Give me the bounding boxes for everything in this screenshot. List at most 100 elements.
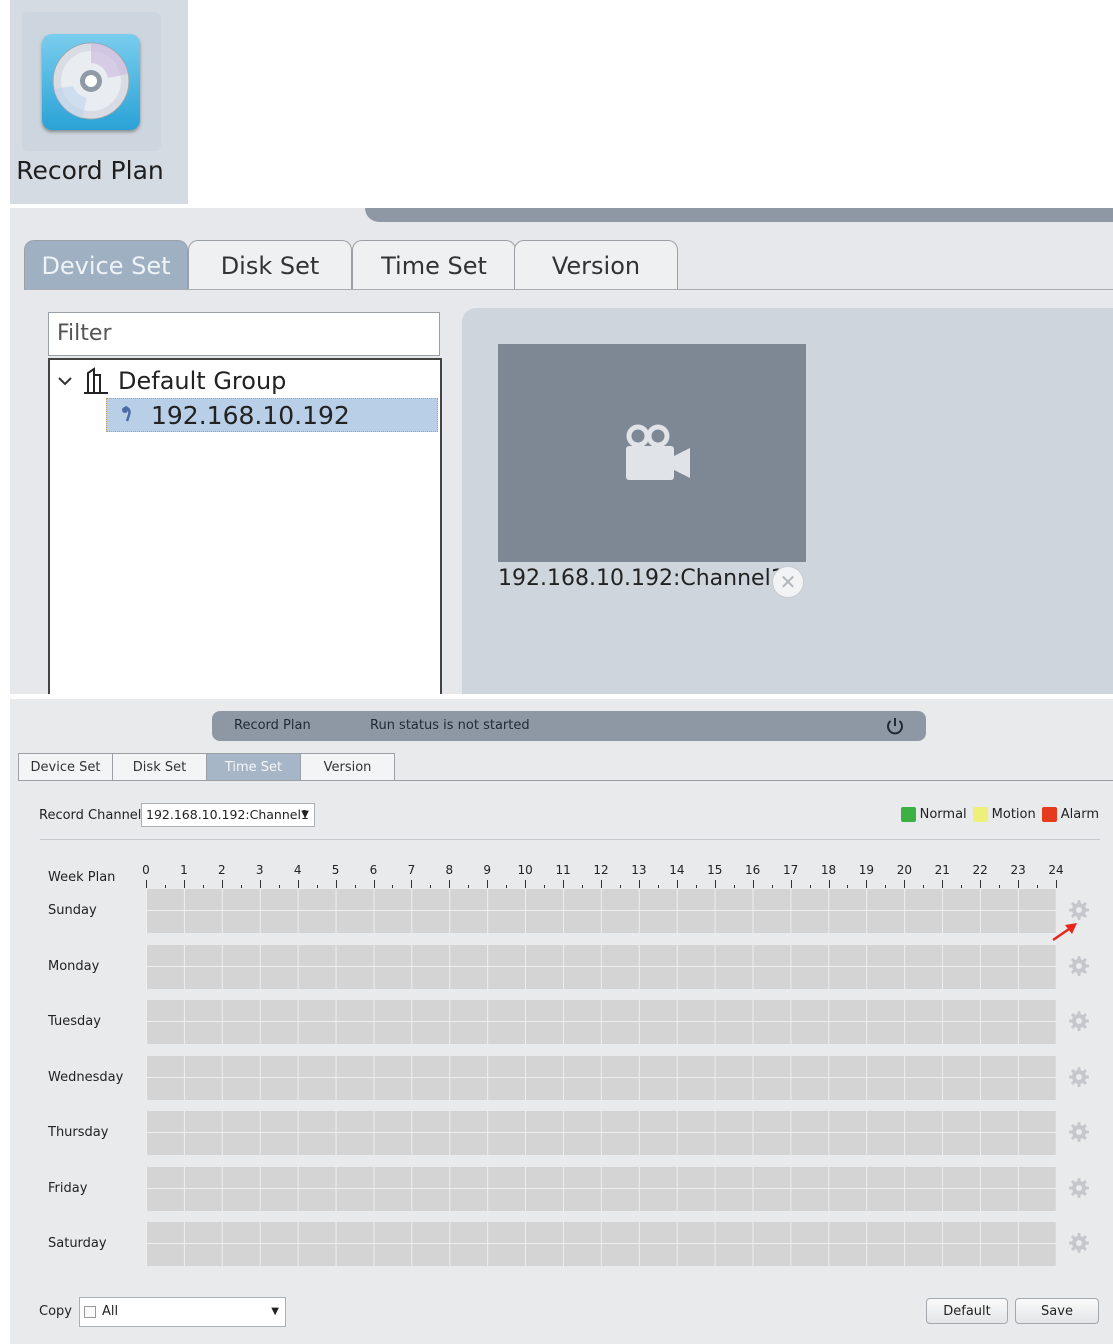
device-tree: Default Group 192.168.10.192	[48, 358, 442, 694]
gear-icon[interactable]	[1068, 1121, 1090, 1143]
hour-tick-label: 17	[782, 863, 799, 877]
gear-icon[interactable]	[1068, 1010, 1090, 1032]
power-icon[interactable]	[884, 715, 906, 737]
record-plan-app-tile[interactable]: Record Plan	[10, 0, 188, 204]
hour-tick	[714, 880, 716, 888]
group-icon	[84, 367, 108, 394]
tree-device-label: 192.168.10.192	[151, 400, 350, 430]
day-schedule-grid-tuesday[interactable]	[146, 1000, 1056, 1044]
tab-version[interactable]: Version	[300, 753, 395, 781]
half-hour-tick	[961, 885, 963, 888]
alarm-swatch	[1041, 807, 1057, 822]
hour-tick	[411, 880, 413, 888]
half-hour-tick	[885, 885, 887, 888]
tab-device-set[interactable]: Device Set	[24, 240, 188, 290]
day-label-saturday: Saturday	[48, 1236, 107, 1251]
half-hour-tick	[506, 885, 508, 888]
copy-label: Copy	[39, 1304, 72, 1319]
tab-version[interactable]: Version	[514, 240, 678, 290]
dropdown-arrow-icon: ▼	[271, 1306, 279, 1317]
half-hour-tick	[999, 885, 1001, 888]
hour-tick	[487, 880, 489, 888]
copy-all-checkbox[interactable]	[84, 1306, 96, 1318]
save-button[interactable]: Save	[1015, 1298, 1099, 1324]
legend-alarm-label: Alarm	[1060, 807, 1099, 822]
hour-tick	[525, 880, 527, 888]
hour-tick-label: 22	[972, 863, 988, 877]
hour-tick-label: 4	[293, 863, 302, 877]
camera-tile[interactable]	[498, 344, 806, 562]
disc-icon	[42, 34, 140, 130]
time-set-panel: Record Plan Run status is not started De…	[10, 699, 1113, 1344]
record-plan-app-icon[interactable]	[22, 12, 161, 151]
half-hour-tick	[657, 885, 659, 888]
hour-tick	[980, 880, 982, 888]
gear-icon[interactable]	[1068, 1232, 1090, 1254]
half-hour-tick	[240, 885, 242, 888]
tab-device-set[interactable]: Device Set	[18, 753, 113, 781]
hour-tick	[752, 880, 754, 888]
status-bar-edge	[365, 208, 1113, 222]
half-hour-tick	[582, 885, 584, 888]
day-schedule-grid-thursday[interactable]	[146, 1111, 1056, 1155]
device-set-panel: Device Set Disk Set Time Set Version Fil…	[10, 208, 1113, 694]
hour-tick	[601, 880, 602, 888]
hour-tick-label: 6	[369, 863, 378, 877]
hour-tick-label: 9	[483, 863, 492, 877]
copy-select[interactable]: All ▼	[79, 1297, 286, 1327]
hour-tick	[221, 880, 223, 888]
hour-tick-label: 21	[934, 863, 950, 877]
gear-icon[interactable]	[1068, 1177, 1090, 1199]
hour-tick-label: 15	[707, 863, 723, 877]
hour-tick	[373, 880, 375, 888]
tab-time-set[interactable]: Time Set	[206, 753, 301, 781]
hour-tick-label: 24	[1048, 863, 1064, 877]
filter-input[interactable]: Filter	[48, 312, 440, 356]
channel-area: 192.168.10.192:Channel1 ✕	[462, 308, 1113, 694]
app-icon-label: Record Plan	[16, 156, 164, 185]
normal-swatch	[900, 807, 916, 822]
day-label-wednesday: Wednesday	[48, 1069, 124, 1085]
half-hour-tick	[468, 885, 470, 888]
hour-tick	[259, 880, 261, 888]
day-schedule-grid-saturday[interactable]	[146, 1222, 1056, 1266]
day-label-monday: Monday	[48, 958, 100, 974]
hour-tick	[676, 880, 678, 888]
hour-tick	[563, 880, 565, 888]
tab-disk-set[interactable]: Disk Set	[188, 240, 352, 290]
remove-channel-close-icon[interactable]: ✕	[772, 566, 804, 598]
hour-tick-label: 8	[445, 863, 454, 877]
default-button[interactable]: Default	[926, 1298, 1008, 1324]
status-bar-title: Record Plan	[234, 718, 311, 733]
status-bar: Record Plan Run status is not started	[212, 711, 926, 741]
day-schedule-grid-wednesday[interactable]	[146, 1055, 1056, 1100]
hour-tick	[1056, 880, 1057, 888]
hour-tick-label: 3	[255, 863, 264, 877]
hour-axis: 0 1 2 3 4 5 6 7 8 9 10 11 12 13 14 15 16 17 18 19 20 21 22 23 24	[10, 863, 1113, 889]
hour-tick	[866, 880, 868, 888]
chevron-down-icon[interactable]	[54, 371, 76, 391]
day-label-friday: Friday	[48, 1180, 88, 1196]
day-schedule-grid-friday[interactable]	[146, 1166, 1056, 1211]
tab-time-set[interactable]: Time Set	[352, 240, 516, 290]
half-hour-tick	[278, 885, 280, 888]
hour-tick	[449, 880, 451, 888]
hour-tick-label: 1	[180, 863, 188, 877]
gear-icon[interactable]	[1068, 1066, 1090, 1088]
tab-disk-set[interactable]: Disk Set	[112, 753, 207, 781]
day-schedule-grid-sunday[interactable]	[146, 889, 1056, 933]
hour-tick-label: 13	[631, 863, 647, 877]
day-schedule-grid-monday[interactable]	[146, 944, 1056, 989]
hour-tick	[942, 880, 944, 888]
record-channel-label: Record Channel	[39, 808, 142, 823]
half-hour-tick	[164, 885, 166, 888]
hour-tick-label: 11	[555, 863, 571, 877]
hour-tick	[335, 880, 337, 888]
gear-icon[interactable]	[1068, 955, 1090, 977]
half-hour-tick	[202, 885, 204, 888]
record-channel-select[interactable]: 192.168.10.192:Channel1 ▼	[141, 803, 315, 827]
camera-device-icon	[122, 405, 131, 422]
tree-group-default[interactable]: Default Group	[54, 364, 286, 398]
half-hour-tick	[544, 885, 546, 888]
tree-device-item[interactable]: 192.168.10.192	[106, 398, 438, 432]
